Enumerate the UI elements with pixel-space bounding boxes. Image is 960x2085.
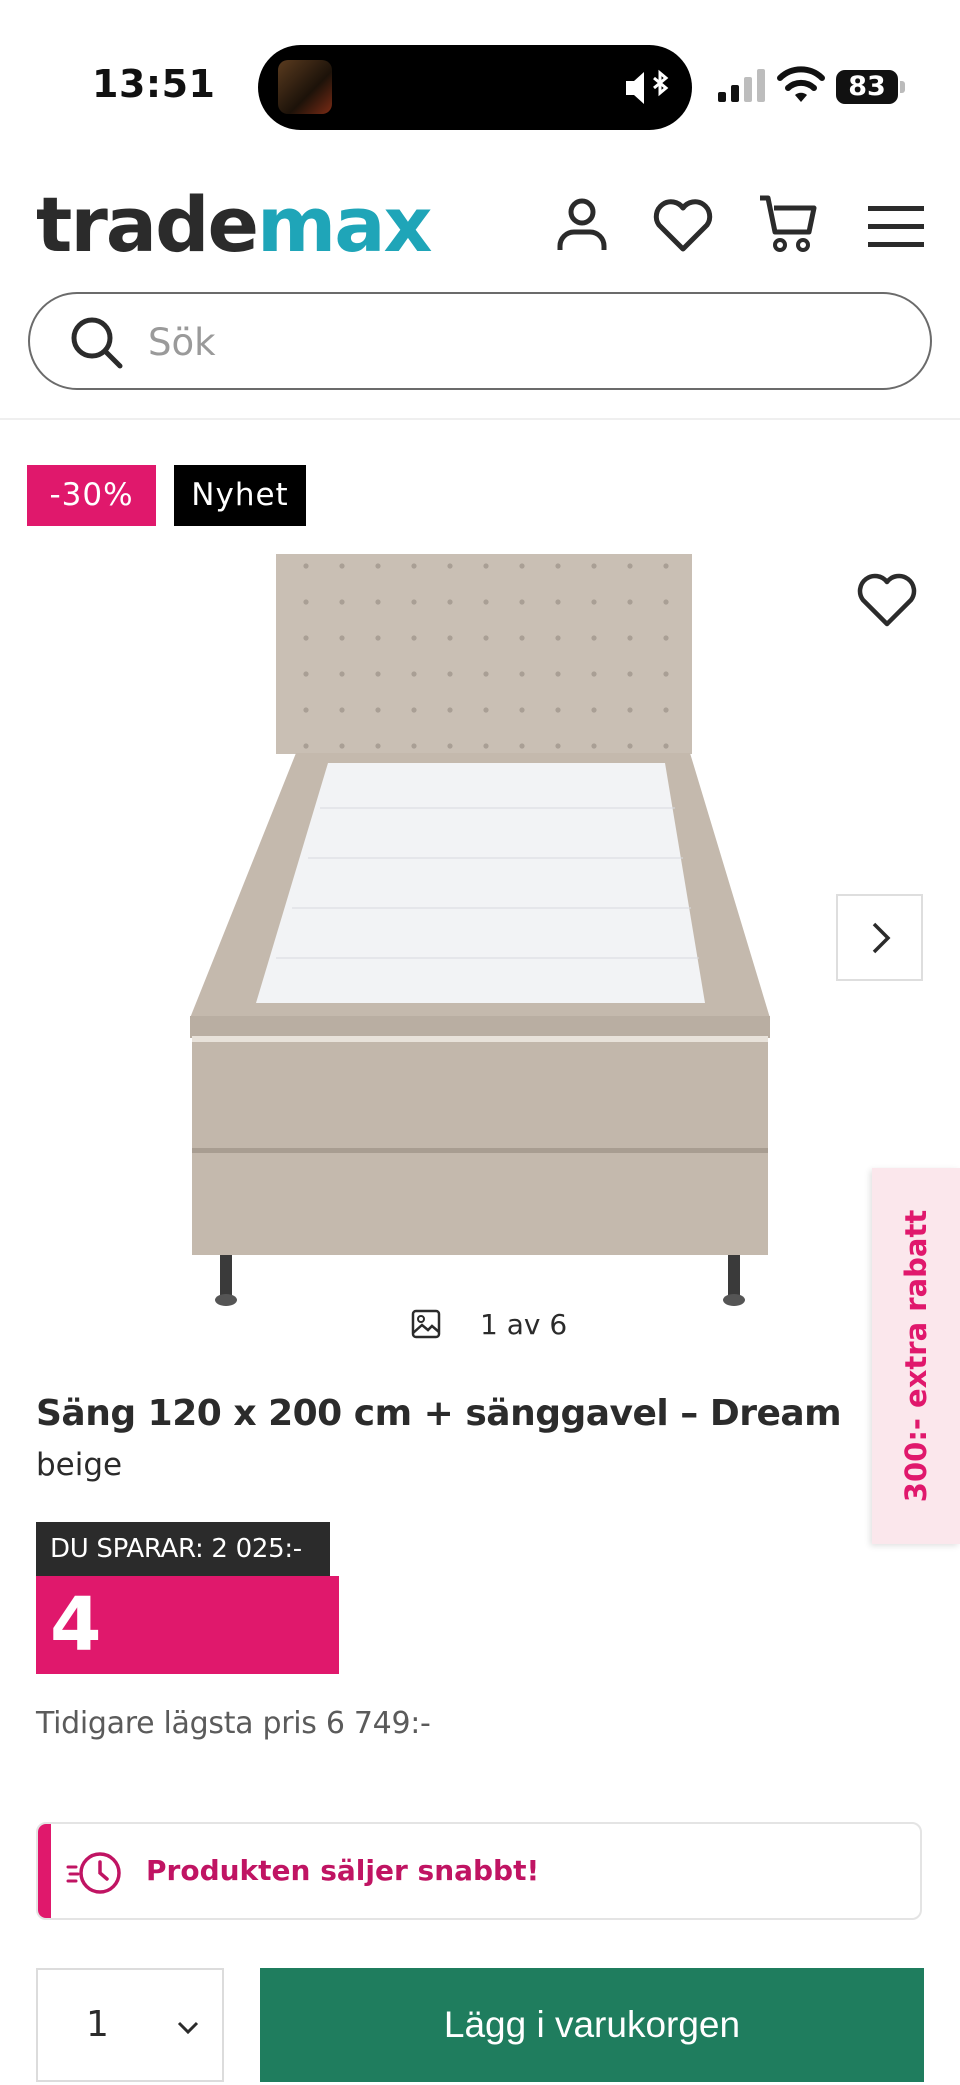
chevron-down-icon bbox=[177, 2021, 199, 2035]
heart-icon[interactable] bbox=[651, 194, 715, 258]
quantity-value: 1 bbox=[86, 2004, 109, 2045]
next-image-button[interactable] bbox=[836, 894, 923, 981]
new-badge: Nyhet bbox=[174, 465, 306, 526]
logo-text-max: max bbox=[257, 180, 432, 269]
product-title: Säng 120 x 200 cm + sänggavel – Dream bbox=[36, 1393, 842, 1434]
alert-text: Produkten säljer snabbt! bbox=[146, 1854, 540, 1887]
logo-text-trade: trade bbox=[36, 180, 259, 269]
trademax-logo[interactable]: trademax bbox=[36, 180, 433, 270]
image-counter: 1 av 6 bbox=[480, 1308, 568, 1341]
now-playing-artwork bbox=[278, 60, 332, 114]
discount-badge: -30% bbox=[27, 465, 156, 526]
battery-cap bbox=[900, 81, 905, 93]
cellular-signal-icon bbox=[718, 69, 765, 102]
search-input[interactable] bbox=[148, 312, 888, 372]
header-divider bbox=[0, 418, 960, 420]
product-price: 4 724:– bbox=[36, 1576, 339, 1766]
battery-level: 83 bbox=[836, 70, 898, 104]
product-variant: beige bbox=[36, 1447, 123, 1483]
favorite-heart-icon[interactable] bbox=[855, 570, 919, 630]
alert-accent-bar bbox=[38, 1824, 51, 1918]
fast-clock-icon bbox=[66, 1852, 121, 1894]
search-icon bbox=[71, 317, 123, 369]
status-time: 13:51 bbox=[92, 62, 216, 106]
search-bar[interactable] bbox=[28, 292, 932, 390]
add-to-cart-button[interactable]: Lägg i varukorgen bbox=[260, 1968, 924, 2082]
product-image[interactable] bbox=[180, 548, 780, 1328]
chevron-right-icon bbox=[872, 922, 890, 953]
extra-discount-label: 300:- extra rabatt bbox=[899, 1209, 933, 1503]
quantity-select[interactable]: 1 bbox=[36, 1968, 224, 2082]
menu-icon[interactable] bbox=[864, 194, 928, 258]
cart-icon[interactable] bbox=[756, 192, 820, 256]
savings-label: DU SPARAR: 2 025:- bbox=[36, 1522, 330, 1576]
extra-discount-tab[interactable]: 300:- extra rabatt bbox=[872, 1168, 960, 1544]
selling-fast-alert: Produkten säljer snabbt! bbox=[36, 1822, 922, 1920]
image-gallery-icon bbox=[411, 1309, 441, 1339]
user-icon[interactable] bbox=[550, 194, 614, 258]
battery-indicator: 83 bbox=[836, 70, 906, 104]
previous-lowest-price: Tidigare lägsta pris 6 749:- bbox=[36, 1706, 431, 1741]
bluetooth-mute-icon bbox=[626, 69, 669, 104]
wifi-icon bbox=[777, 66, 825, 102]
